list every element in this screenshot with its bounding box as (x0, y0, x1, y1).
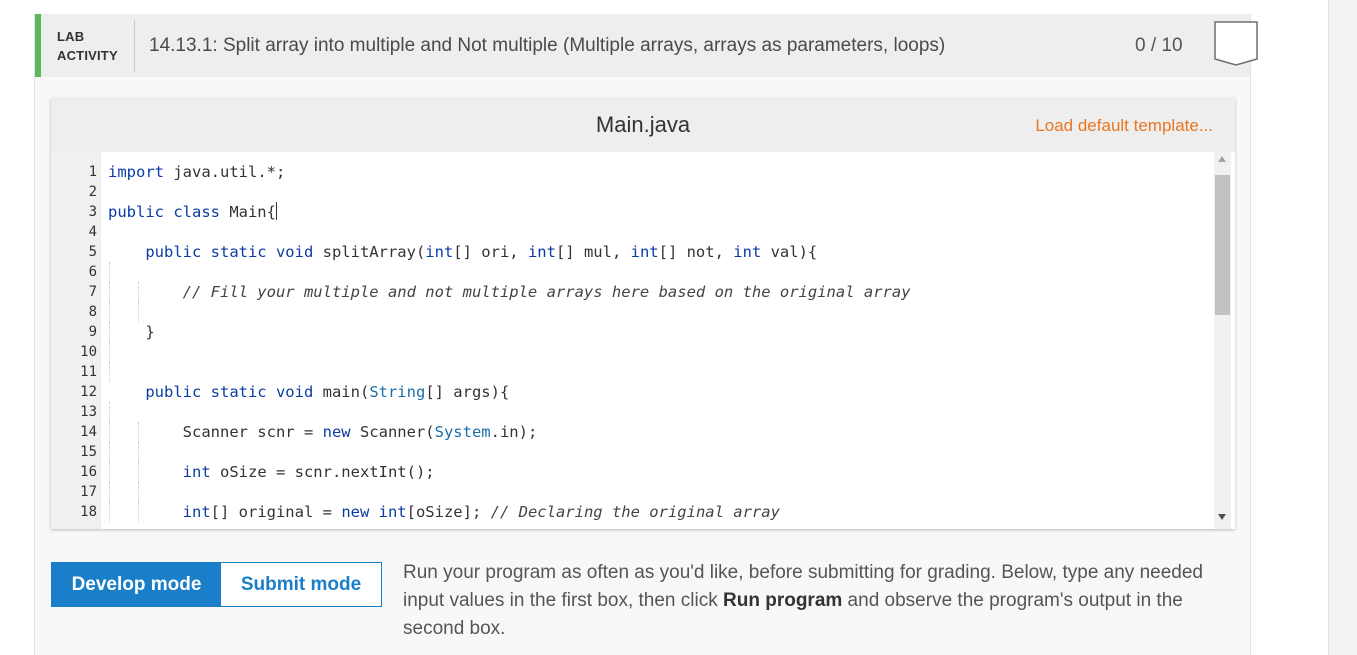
activity-score: 0 / 10 (1135, 35, 1183, 56)
code-line: 10 (51, 342, 1211, 362)
file-bar: Main.java Load default template... (51, 98, 1235, 152)
code-text: public static void splitArray(int[] ori,… (145, 243, 818, 261)
code-line: 17 (51, 482, 1211, 502)
line-number: 5 (88, 244, 97, 260)
line-number: 17 (80, 484, 97, 500)
shield-badge-icon (1214, 21, 1258, 66)
lab-label-line2: ACTIVITY (57, 48, 118, 63)
line-number: 7 (88, 284, 97, 300)
code-line: 16 int oSize = scnr.nextInt(); (51, 462, 1211, 482)
code-text: int[] original = new int[oSize]; // Decl… (182, 503, 780, 521)
code-editor[interactable]: 1 import java.util.*; 2 3 public class Mai… (51, 152, 1235, 529)
run-program-emphasis: Run program (723, 590, 843, 611)
line-number: 12 (80, 384, 97, 400)
code-line: 8 (51, 302, 1211, 322)
scroll-thumb[interactable] (1215, 175, 1230, 315)
code-line: 13 (51, 402, 1211, 422)
text-cursor (275, 202, 277, 220)
code-editor-card: Main.java Load default template... 1 impo… (51, 98, 1235, 529)
right-page-gutter (1328, 0, 1357, 655)
line-number: 11 (80, 364, 97, 380)
code-text: } (108, 323, 155, 341)
run-instructions: Run your program as often as you'd like,… (403, 559, 1233, 643)
line-number: 18 (80, 504, 97, 520)
code-line: 3 public class Main{ (51, 202, 1211, 222)
load-default-template-link[interactable]: Load default template... (1035, 116, 1213, 136)
submit-mode-button[interactable]: Submit mode (221, 563, 381, 606)
code-line: 18 int[] original = new int[oSize]; // D… (51, 502, 1211, 522)
line-number: 6 (88, 264, 97, 280)
code-line: 7 // Fill your multiple and not multiple… (51, 282, 1211, 302)
code-text: // Fill your multiple and not multiple a… (182, 283, 911, 301)
lab-label-line1: LAB (57, 29, 85, 44)
code-line: 9 } (51, 322, 1211, 342)
code-line: 4 (51, 222, 1211, 242)
develop-mode-button[interactable]: Develop mode (52, 563, 221, 606)
line-number: 13 (80, 404, 97, 420)
code-line: 14 Scanner scnr = new Scanner(System.in)… (51, 422, 1211, 442)
scroll-up-icon[interactable] (1218, 156, 1226, 162)
code-line: 2 (51, 182, 1211, 202)
code-line: 11 (51, 362, 1211, 382)
scroll-down-icon[interactable] (1218, 514, 1226, 520)
code-text: import java.util.*; (108, 163, 286, 181)
activity-title: 14.13.1: Split array into multiple and N… (149, 35, 946, 56)
code-line: 1 import java.util.*; (51, 162, 1211, 182)
activity-header: LAB ACTIVITY 14.13.1: Split array into m… (35, 14, 1258, 77)
line-number: 8 (88, 304, 97, 320)
code-line: 12 public static void main(String[] args… (51, 382, 1211, 402)
line-number: 14 (80, 424, 97, 440)
editor-scrollbar[interactable] (1214, 152, 1231, 529)
code-text: public static void main(String[] args){ (145, 383, 510, 401)
line-number: 2 (88, 184, 97, 200)
lab-activity-label: LAB ACTIVITY (57, 27, 118, 65)
line-number: 15 (80, 444, 97, 460)
line-number: 4 (88, 224, 97, 240)
code-text: int oSize = scnr.nextInt(); (182, 463, 435, 481)
line-number: 3 (88, 204, 97, 220)
code-line: 6 (51, 262, 1211, 282)
line-number: 10 (80, 344, 97, 360)
code-line: 15 (51, 442, 1211, 462)
line-number: 1 (88, 164, 97, 180)
code-text: public class Main{ (108, 202, 277, 221)
line-number: 9 (88, 324, 97, 340)
line-number: 16 (80, 464, 97, 480)
code-line: 5 public static void splitArray(int[] or… (51, 242, 1211, 262)
header-divider (134, 20, 135, 72)
lab-activity-container: LAB ACTIVITY 14.13.1: Split array into m… (34, 14, 1258, 655)
code-text: Scanner scnr = new Scanner(System.in); (108, 423, 538, 441)
mode-toggle: Develop mode Submit mode (51, 562, 382, 607)
